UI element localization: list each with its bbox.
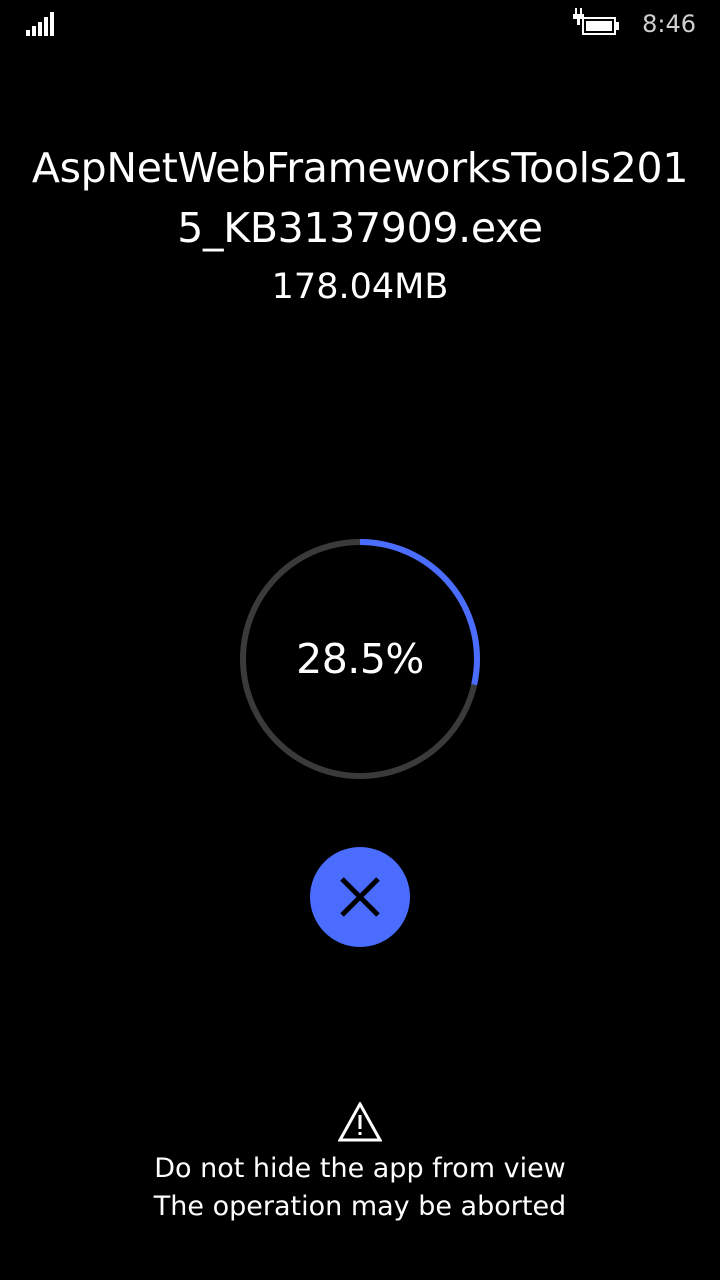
file-name: AspNetWebFrameworksTools2015_KB3137909.e… (31, 144, 689, 252)
file-size: 178.04MB (271, 267, 449, 307)
status-clock: 8:46 (642, 10, 696, 38)
warning-message: Do not hide the app from view The operat… (0, 1102, 720, 1226)
status-bar: 8:46 (0, 0, 720, 48)
warning-line-1: Do not hide the app from view (154, 1153, 566, 1184)
progress-percent: 28.5% (296, 635, 424, 683)
close-icon (340, 877, 380, 917)
progress-ring: 28.5% (238, 537, 482, 781)
signal-strength-icon (26, 12, 54, 36)
warning-line-2: The operation may be aborted (153, 1191, 567, 1222)
cancel-button[interactable] (310, 847, 410, 947)
battery-charging-icon (573, 8, 619, 35)
warning-icon (338, 1102, 382, 1142)
